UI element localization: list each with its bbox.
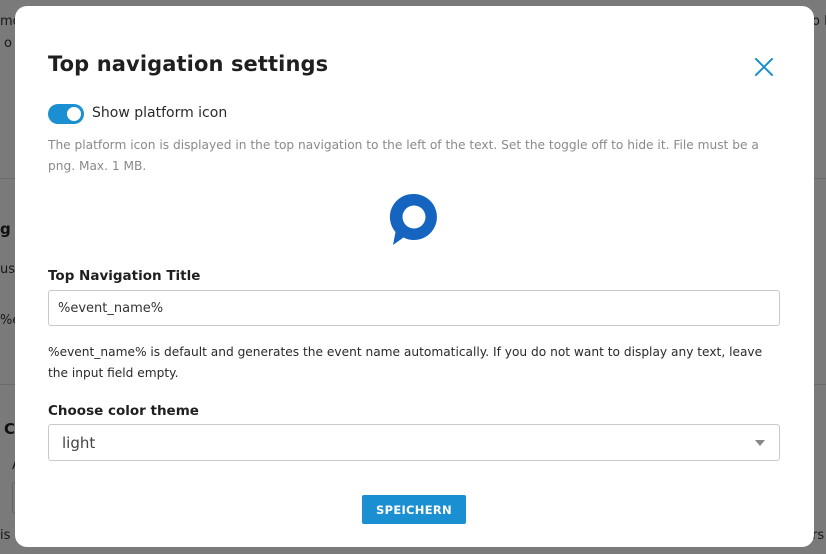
modal-title: Top navigation settings — [48, 52, 329, 76]
title-field-label: Top Navigation Title — [48, 268, 201, 284]
show-platform-icon-toggle[interactable] — [48, 104, 84, 124]
close-icon — [755, 58, 773, 76]
theme-field-label: Choose color theme — [48, 403, 199, 419]
save-button[interactable]: SPEICHERN — [362, 495, 466, 524]
platform-icon-help-text: The platform icon is displayed in the to… — [48, 138, 759, 173]
title-help-text: %event_name% is default and generates th… — [48, 345, 763, 380]
color-theme-select[interactable]: light — [48, 424, 780, 461]
chat-bubble-icon[interactable] — [389, 192, 439, 248]
top-navigation-title-input[interactable] — [48, 290, 780, 326]
toggle-knob — [67, 107, 81, 121]
toggle-label: Show platform icon — [92, 105, 228, 121]
color-theme-selected-value: light — [62, 434, 96, 452]
chevron-down-icon — [755, 440, 765, 446]
close-button[interactable] — [752, 55, 776, 79]
top-navigation-settings-modal: Top navigation settings Show platform ic… — [15, 6, 814, 547]
